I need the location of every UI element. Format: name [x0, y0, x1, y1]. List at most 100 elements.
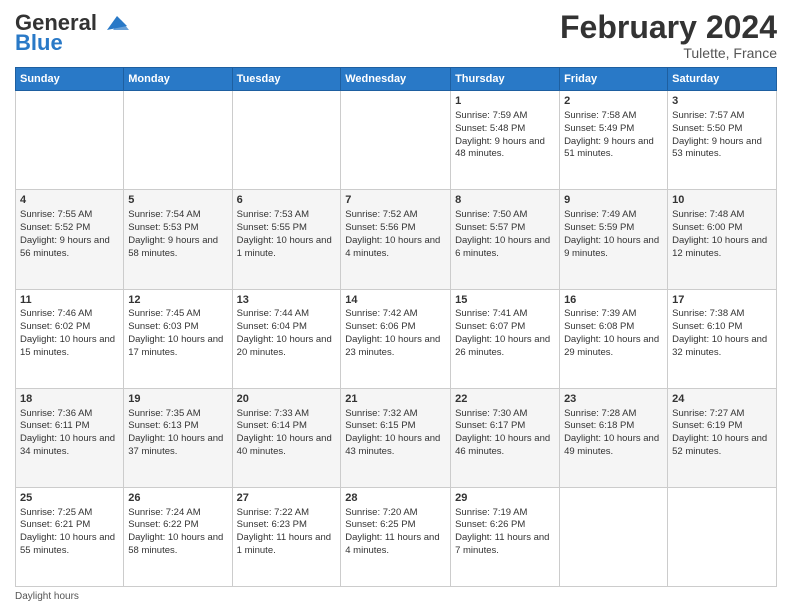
month-title: February 2024: [560, 10, 777, 45]
calendar-cell: 22Sunrise: 7:30 AM Sunset: 6:17 PM Dayli…: [451, 388, 560, 487]
day-number: 15: [455, 293, 555, 308]
logo-icon: [99, 12, 131, 34]
calendar-cell: 4Sunrise: 7:55 AM Sunset: 5:52 PM Daylig…: [16, 190, 124, 289]
calendar-cell: 19Sunrise: 7:35 AM Sunset: 6:13 PM Dayli…: [124, 388, 232, 487]
day-number: 28: [345, 491, 446, 506]
weekday-header-row: SundayMondayTuesdayWednesdayThursdayFrid…: [16, 68, 777, 91]
calendar-cell: 24Sunrise: 7:27 AM Sunset: 6:19 PM Dayli…: [668, 388, 777, 487]
day-number: 23: [564, 392, 663, 407]
day-number: 12: [128, 293, 227, 308]
week-row-2: 11Sunrise: 7:46 AM Sunset: 6:02 PM Dayli…: [16, 289, 777, 388]
day-info: Sunrise: 7:41 AM Sunset: 6:07 PM Dayligh…: [455, 308, 555, 359]
calendar-cell: [341, 91, 451, 190]
day-info: Sunrise: 7:32 AM Sunset: 6:15 PM Dayligh…: [345, 408, 446, 459]
day-info: Sunrise: 7:24 AM Sunset: 6:22 PM Dayligh…: [128, 507, 227, 558]
day-info: Sunrise: 7:28 AM Sunset: 6:18 PM Dayligh…: [564, 408, 663, 459]
calendar-cell: 27Sunrise: 7:22 AM Sunset: 6:23 PM Dayli…: [232, 487, 341, 586]
day-info: Sunrise: 7:36 AM Sunset: 6:11 PM Dayligh…: [20, 408, 119, 459]
day-number: 1: [455, 94, 555, 109]
calendar-cell: [16, 91, 124, 190]
weekday-header-sunday: Sunday: [16, 68, 124, 91]
day-info: Sunrise: 7:49 AM Sunset: 5:59 PM Dayligh…: [564, 209, 663, 260]
day-number: 27: [237, 491, 337, 506]
week-row-0: 1Sunrise: 7:59 AM Sunset: 5:48 PM Daylig…: [16, 91, 777, 190]
calendar-cell: [668, 487, 777, 586]
day-info: Sunrise: 7:39 AM Sunset: 6:08 PM Dayligh…: [564, 308, 663, 359]
logo: General Blue: [15, 10, 131, 56]
day-number: 19: [128, 392, 227, 407]
calendar-cell: 23Sunrise: 7:28 AM Sunset: 6:18 PM Dayli…: [560, 388, 668, 487]
week-row-4: 25Sunrise: 7:25 AM Sunset: 6:21 PM Dayli…: [16, 487, 777, 586]
day-info: Sunrise: 7:27 AM Sunset: 6:19 PM Dayligh…: [672, 408, 772, 459]
day-info: Sunrise: 7:54 AM Sunset: 5:53 PM Dayligh…: [128, 209, 227, 260]
day-info: Sunrise: 7:20 AM Sunset: 6:25 PM Dayligh…: [345, 507, 446, 558]
calendar-cell: 16Sunrise: 7:39 AM Sunset: 6:08 PM Dayli…: [560, 289, 668, 388]
day-number: 29: [455, 491, 555, 506]
day-number: 22: [455, 392, 555, 407]
weekday-header-tuesday: Tuesday: [232, 68, 341, 91]
week-row-3: 18Sunrise: 7:36 AM Sunset: 6:11 PM Dayli…: [16, 388, 777, 487]
calendar-cell: [560, 487, 668, 586]
day-info: Sunrise: 7:35 AM Sunset: 6:13 PM Dayligh…: [128, 408, 227, 459]
day-info: Sunrise: 7:25 AM Sunset: 6:21 PM Dayligh…: [20, 507, 119, 558]
day-info: Sunrise: 7:57 AM Sunset: 5:50 PM Dayligh…: [672, 110, 772, 161]
header: General Blue February 2024 Tulette, Fran…: [15, 10, 777, 61]
day-number: 9: [564, 193, 663, 208]
calendar-cell: [124, 91, 232, 190]
weekday-header-wednesday: Wednesday: [341, 68, 451, 91]
day-info: Sunrise: 7:59 AM Sunset: 5:48 PM Dayligh…: [455, 110, 555, 161]
calendar-cell: 10Sunrise: 7:48 AM Sunset: 6:00 PM Dayli…: [668, 190, 777, 289]
calendar-cell: 26Sunrise: 7:24 AM Sunset: 6:22 PM Dayli…: [124, 487, 232, 586]
day-number: 14: [345, 293, 446, 308]
day-info: Sunrise: 7:50 AM Sunset: 5:57 PM Dayligh…: [455, 209, 555, 260]
calendar-cell: 5Sunrise: 7:54 AM Sunset: 5:53 PM Daylig…: [124, 190, 232, 289]
calendar-cell: 13Sunrise: 7:44 AM Sunset: 6:04 PM Dayli…: [232, 289, 341, 388]
day-number: 2: [564, 94, 663, 109]
day-info: Sunrise: 7:46 AM Sunset: 6:02 PM Dayligh…: [20, 308, 119, 359]
day-number: 13: [237, 293, 337, 308]
day-number: 5: [128, 193, 227, 208]
page: General Blue February 2024 Tulette, Fran…: [0, 0, 792, 612]
day-info: Sunrise: 7:45 AM Sunset: 6:03 PM Dayligh…: [128, 308, 227, 359]
day-info: Sunrise: 7:53 AM Sunset: 5:55 PM Dayligh…: [237, 209, 337, 260]
day-number: 11: [20, 293, 119, 308]
location: Tulette, France: [560, 45, 777, 61]
calendar-cell: 3Sunrise: 7:57 AM Sunset: 5:50 PM Daylig…: [668, 91, 777, 190]
day-info: Sunrise: 7:30 AM Sunset: 6:17 PM Dayligh…: [455, 408, 555, 459]
day-info: Sunrise: 7:38 AM Sunset: 6:10 PM Dayligh…: [672, 308, 772, 359]
calendar-header: SundayMondayTuesdayWednesdayThursdayFrid…: [16, 68, 777, 91]
day-info: Sunrise: 7:33 AM Sunset: 6:14 PM Dayligh…: [237, 408, 337, 459]
calendar-cell: 2Sunrise: 7:58 AM Sunset: 5:49 PM Daylig…: [560, 91, 668, 190]
week-row-1: 4Sunrise: 7:55 AM Sunset: 5:52 PM Daylig…: [16, 190, 777, 289]
calendar-cell: 7Sunrise: 7:52 AM Sunset: 5:56 PM Daylig…: [341, 190, 451, 289]
day-info: Sunrise: 7:52 AM Sunset: 5:56 PM Dayligh…: [345, 209, 446, 260]
day-number: 26: [128, 491, 227, 506]
day-number: 17: [672, 293, 772, 308]
day-number: 16: [564, 293, 663, 308]
day-info: Sunrise: 7:19 AM Sunset: 6:26 PM Dayligh…: [455, 507, 555, 558]
footer: Daylight hours: [15, 591, 777, 602]
day-info: Sunrise: 7:44 AM Sunset: 6:04 PM Dayligh…: [237, 308, 337, 359]
day-info: Sunrise: 7:42 AM Sunset: 6:06 PM Dayligh…: [345, 308, 446, 359]
daylight-label: Daylight hours: [15, 591, 79, 602]
calendar-cell: 15Sunrise: 7:41 AM Sunset: 6:07 PM Dayli…: [451, 289, 560, 388]
weekday-header-saturday: Saturday: [668, 68, 777, 91]
day-info: Sunrise: 7:58 AM Sunset: 5:49 PM Dayligh…: [564, 110, 663, 161]
weekday-header-thursday: Thursday: [451, 68, 560, 91]
calendar-body: 1Sunrise: 7:59 AM Sunset: 5:48 PM Daylig…: [16, 91, 777, 587]
logo-blue: Blue: [15, 30, 63, 56]
calendar-cell: 9Sunrise: 7:49 AM Sunset: 5:59 PM Daylig…: [560, 190, 668, 289]
calendar-cell: 12Sunrise: 7:45 AM Sunset: 6:03 PM Dayli…: [124, 289, 232, 388]
calendar-cell: 17Sunrise: 7:38 AM Sunset: 6:10 PM Dayli…: [668, 289, 777, 388]
day-info: Sunrise: 7:55 AM Sunset: 5:52 PM Dayligh…: [20, 209, 119, 260]
day-number: 3: [672, 94, 772, 109]
calendar-cell: [232, 91, 341, 190]
calendar-cell: 14Sunrise: 7:42 AM Sunset: 6:06 PM Dayli…: [341, 289, 451, 388]
calendar-cell: 8Sunrise: 7:50 AM Sunset: 5:57 PM Daylig…: [451, 190, 560, 289]
day-number: 6: [237, 193, 337, 208]
calendar-cell: 6Sunrise: 7:53 AM Sunset: 5:55 PM Daylig…: [232, 190, 341, 289]
day-number: 25: [20, 491, 119, 506]
day-number: 20: [237, 392, 337, 407]
calendar-cell: 28Sunrise: 7:20 AM Sunset: 6:25 PM Dayli…: [341, 487, 451, 586]
weekday-header-monday: Monday: [124, 68, 232, 91]
